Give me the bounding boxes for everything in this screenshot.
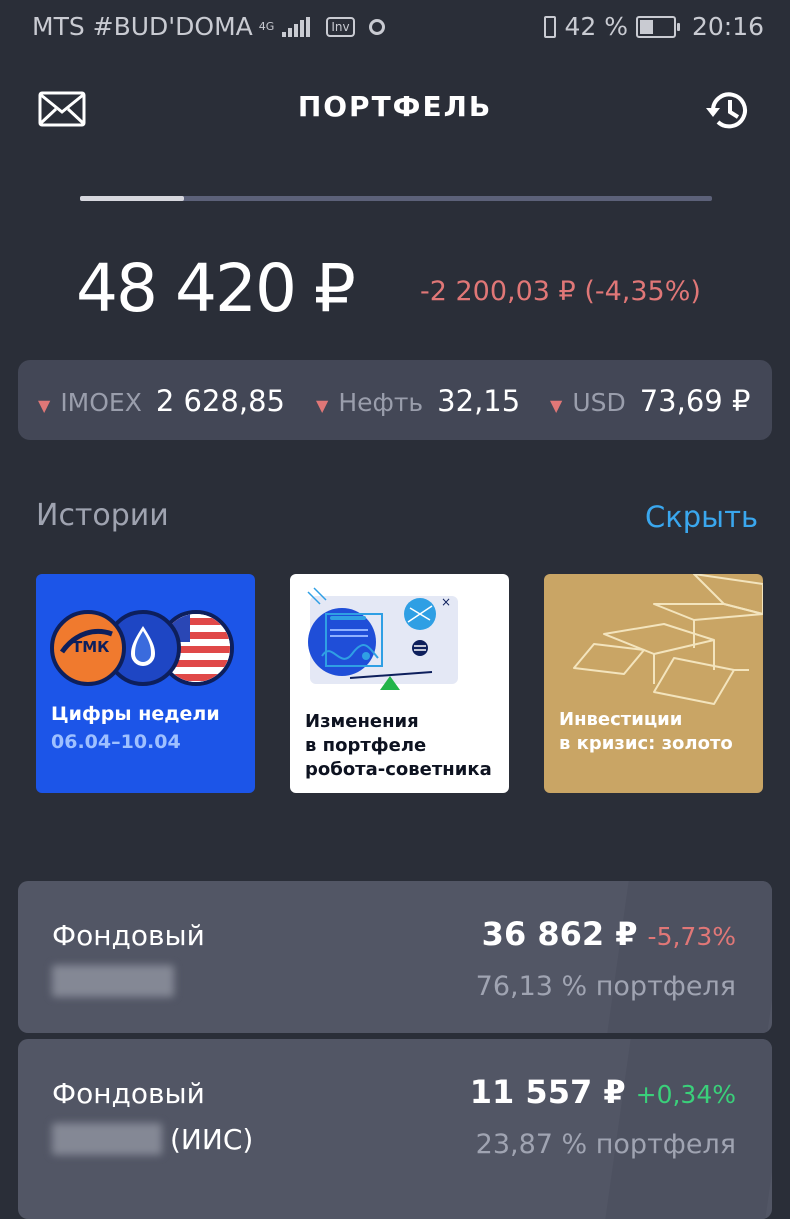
ticker-oil[interactable]: ▼ Нефть 32,15 [316,384,520,418]
tmk-logo: ТМК [72,638,110,656]
network-type: 4G [258,20,275,33]
card-accent [607,881,772,1033]
portfolio-suffix: (ИИС) [170,1123,254,1156]
carrier-label: MTS #BUD'DOMA [32,12,253,41]
story-card-week-numbers[interactable]: ТМК Цифры недели 06.04–10.04 [36,574,255,793]
ticker-usd[interactable]: ▼ USD 73,69 ₽ [550,384,750,418]
portfolio-name: Фондовый [52,919,205,952]
ticker-value: 32,15 [437,384,521,418]
ticker-name: IMOEX [60,388,142,417]
portfolio-change: -2 200,03 ₽ (-4,35%) [420,276,701,307]
history-button[interactable] [704,86,754,136]
portfolio-name: Фондовый [52,1077,205,1110]
market-tickers[interactable]: ▼ IMOEX 2 628,85 ▼ Нефть 32,15 ▼ USD 73,… [18,360,772,440]
ticker-name: Нефть [338,388,424,417]
story-card-gold[interactable]: Инвестиции в кризис: золото [544,574,763,793]
account-number-blurred [52,1123,162,1155]
story-advisor-illustration: × [307,587,458,690]
hide-stories-link[interactable]: Скрыть [645,500,758,534]
portfolio-card[interactable]: Фондовый 36 862 ₽ -5,73% 76,13 % портфел… [18,881,772,1033]
portfolio-value-row: 11 557 ₽ +0,34% [470,1073,736,1111]
gold-bars-illustration [573,574,763,705]
battery-icon [635,15,680,38]
battery-percent: 42 % [564,12,628,41]
story-caption: Цифры недели [51,703,220,725]
signal-icon [282,16,311,37]
ticker-name: USD [572,388,626,417]
portfolio-card[interactable]: Фондовый (ИИС) 11 557 ₽ +0,34% 23,87 % п… [18,1039,772,1219]
clock: 20:16 [691,12,764,41]
history-icon [706,92,747,129]
page-title: ПОРТФЕЛЬ [297,90,493,123]
assistant-icon [368,18,385,35]
portfolio-change-pct: -5,73% [647,922,736,951]
portfolio-balance: 48 420 ₽ [76,250,356,327]
portfolio-share: 23,87 % портфеля [475,1129,736,1160]
portfolio-share: 76,13 % портфеля [475,971,736,1002]
account-number-blurred [52,965,174,997]
vibrate-icon [544,15,557,38]
ticker-value: 2 628,85 [155,384,285,418]
stories-heading: Истории [36,498,169,533]
story-caption: Изменения [305,711,419,732]
story-card-robo-advisor[interactable]: × Изменения в портфеле робота-советника [290,574,509,793]
down-arrow-icon: ▼ [550,396,563,415]
status-bar: MTS #BUD'DOMA 4G Inv 42 % 20:16 [0,0,790,56]
story-caption: Инвестиции [559,709,683,730]
ticker-value: 73,69 ₽ [639,384,751,418]
story-subcaption: 06.04–10.04 [51,731,181,753]
portfolio-value: 11 557 ₽ [469,1073,626,1111]
story-week-illustration [50,610,234,686]
status-left: MTS #BUD'DOMA 4G Inv [32,12,385,41]
svg-text:×: × [441,595,451,609]
status-right: 42 % 20:16 [544,12,764,41]
down-arrow-icon: ▼ [38,396,51,415]
portfolio-change-pct: +0,34% [635,1080,736,1109]
story-caption-line2: в портфеле [305,735,427,756]
story-caption-line2: в кризис: золото [559,733,733,754]
portfolio-value-row: 36 862 ₽ -5,73% [482,915,736,953]
down-arrow-icon: ▼ [316,396,329,415]
portfolio-value: 36 862 ₽ [481,915,638,953]
ticker-imoex[interactable]: ▼ IMOEX 2 628,85 [38,384,285,418]
story-caption-line3: робота-советника [305,759,492,780]
stories-progress-fill [80,196,184,201]
app-badge-icon: Inv [326,16,355,37]
